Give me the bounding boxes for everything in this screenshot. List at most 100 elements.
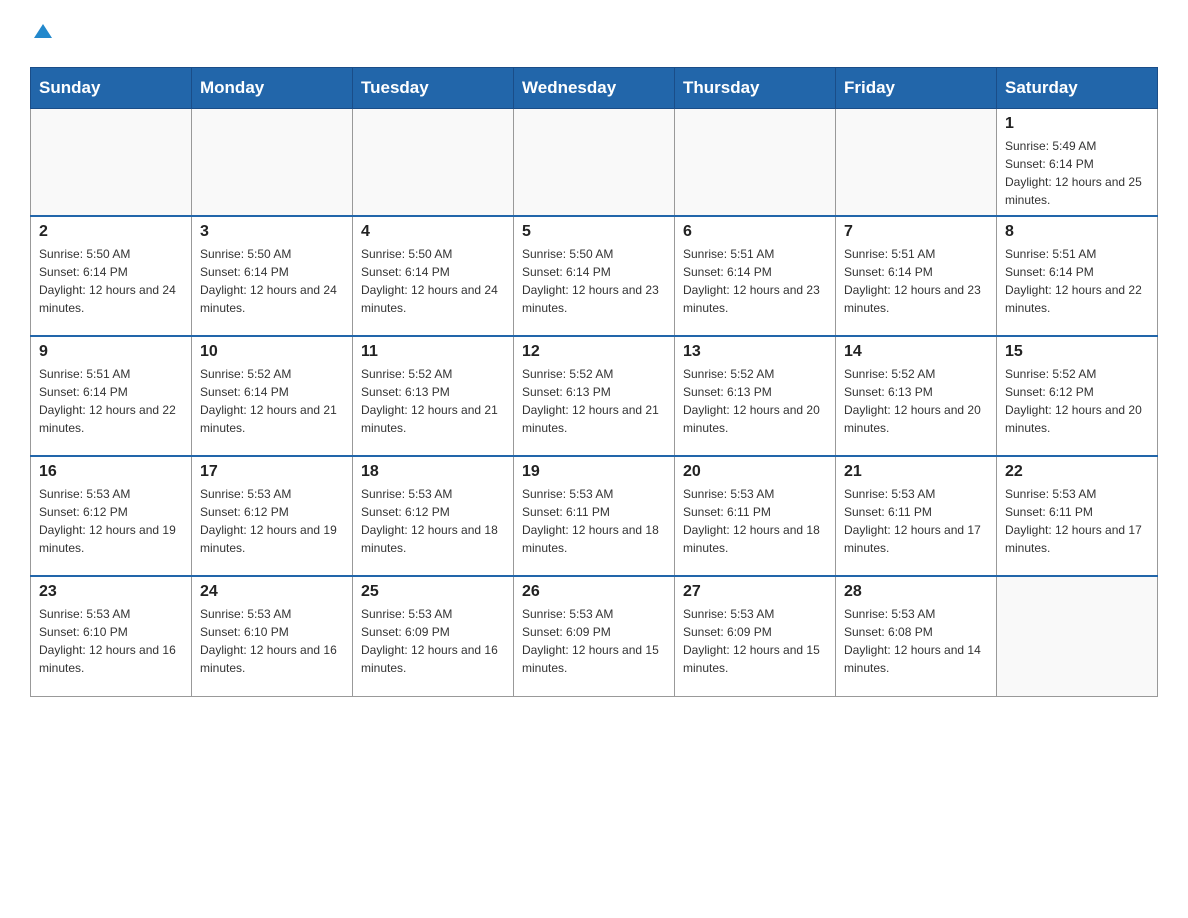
calendar-cell: 17Sunrise: 5:53 AM Sunset: 6:12 PM Dayli… <box>192 456 353 576</box>
calendar-cell: 4 Sunrise: 5:50 AM Sunset: 6:14 PM Daylig… <box>353 216 514 336</box>
day-number: 2 <box>39 223 183 241</box>
day-number: 14 <box>844 343 988 361</box>
calendar-cell: 25 Sunrise: 5:53 AM Sunset: 6:09 PM Dayli… <box>353 576 514 696</box>
day-info: Sunrise: 5:53 AM Sunset: 6:09 PM Dayligh… <box>522 605 666 677</box>
weekday-header-tuesday: Tuesday <box>353 68 514 109</box>
calendar-cell <box>31 109 192 217</box>
calendar-week-row: 16 Sunrise: 5:53 AM Sunset: 6:12 PM Dayli… <box>31 456 1158 576</box>
day-info: Sunrise: 5:51 AM Sunset: 6:14 PM Dayligh… <box>1005 245 1149 317</box>
day-info: Sunrise: 5:53 AM Sunset: 6:09 PM Dayligh… <box>361 605 505 677</box>
calendar-week-row: 23 Sunrise: 5:53 AM Sunset: 6:10 PM Dayli… <box>31 576 1158 696</box>
calendar-cell: 22 Sunrise: 5:53 AM Sunset: 6:11 PM Dayli… <box>997 456 1158 576</box>
day-number: 12 <box>522 343 666 361</box>
weekday-header-sunday: Sunday <box>31 68 192 109</box>
calendar-cell: 7Sunrise: 5:51 AM Sunset: 6:14 PM Daylig… <box>836 216 997 336</box>
day-number: 22 <box>1005 463 1149 481</box>
day-number: 1 <box>1005 115 1149 133</box>
day-number: 23 <box>39 583 183 601</box>
calendar-cell: 13 Sunrise: 5:52 AM Sunset: 6:13 PM Dayli… <box>675 336 836 456</box>
calendar-cell: 28 Sunrise: 5:53 AM Sunset: 6:08 PM Dayli… <box>836 576 997 696</box>
day-info: Sunrise: 5:53 AM Sunset: 6:12 PM Dayligh… <box>39 485 183 557</box>
day-info: Sunrise: 5:53 AM Sunset: 6:11 PM Dayligh… <box>522 485 666 557</box>
day-number: 27 <box>683 583 827 601</box>
day-number: 4 <box>361 223 505 241</box>
day-number: 5 <box>522 223 666 241</box>
day-number: 7 <box>844 223 988 241</box>
day-number: 19 <box>522 463 666 481</box>
calendar-cell: 3 Sunrise: 5:50 AM Sunset: 6:14 PM Daylig… <box>192 216 353 336</box>
calendar-cell <box>997 576 1158 696</box>
header <box>30 20 1158 47</box>
calendar-cell: 20 Sunrise: 5:53 AM Sunset: 6:11 PM Dayli… <box>675 456 836 576</box>
day-number: 11 <box>361 343 505 361</box>
calendar-cell <box>836 109 997 217</box>
calendar-cell: 1 Sunrise: 5:49 AM Sunset: 6:14 PM Daylig… <box>997 109 1158 217</box>
calendar-cell: 23 Sunrise: 5:53 AM Sunset: 6:10 PM Dayli… <box>31 576 192 696</box>
calendar-cell: 10Sunrise: 5:52 AM Sunset: 6:14 PM Dayli… <box>192 336 353 456</box>
day-info: Sunrise: 5:53 AM Sunset: 6:10 PM Dayligh… <box>200 605 344 677</box>
day-number: 6 <box>683 223 827 241</box>
day-info: Sunrise: 5:50 AM Sunset: 6:14 PM Dayligh… <box>39 245 183 317</box>
calendar-cell: 15Sunrise: 5:52 AM Sunset: 6:12 PM Dayli… <box>997 336 1158 456</box>
day-info: Sunrise: 5:49 AM Sunset: 6:14 PM Dayligh… <box>1005 137 1149 209</box>
calendar-table: SundayMondayTuesdayWednesdayThursdayFrid… <box>30 67 1158 697</box>
weekday-header-wednesday: Wednesday <box>514 68 675 109</box>
calendar-cell: 2 Sunrise: 5:50 AM Sunset: 6:14 PM Daylig… <box>31 216 192 336</box>
calendar-cell <box>675 109 836 217</box>
day-number: 18 <box>361 463 505 481</box>
calendar-cell: 24 Sunrise: 5:53 AM Sunset: 6:10 PM Dayli… <box>192 576 353 696</box>
day-number: 28 <box>844 583 988 601</box>
weekday-header-thursday: Thursday <box>675 68 836 109</box>
day-number: 3 <box>200 223 344 241</box>
calendar-cell: 26 Sunrise: 5:53 AM Sunset: 6:09 PM Dayli… <box>514 576 675 696</box>
day-info: Sunrise: 5:50 AM Sunset: 6:14 PM Dayligh… <box>200 245 344 317</box>
day-number: 17 <box>200 463 344 481</box>
weekday-header-row: SundayMondayTuesdayWednesdayThursdayFrid… <box>31 68 1158 109</box>
day-info: Sunrise: 5:52 AM Sunset: 6:13 PM Dayligh… <box>522 365 666 437</box>
day-info: Sunrise: 5:53 AM Sunset: 6:12 PM Dayligh… <box>361 485 505 557</box>
logo <box>30 20 54 47</box>
day-number: 20 <box>683 463 827 481</box>
calendar-cell: 12 Sunrise: 5:52 AM Sunset: 6:13 PM Dayli… <box>514 336 675 456</box>
calendar-cell: 5 Sunrise: 5:50 AM Sunset: 6:14 PM Daylig… <box>514 216 675 336</box>
calendar-cell <box>192 109 353 217</box>
day-info: Sunrise: 5:52 AM Sunset: 6:13 PM Dayligh… <box>844 365 988 437</box>
weekday-header-monday: Monday <box>192 68 353 109</box>
day-info: Sunrise: 5:52 AM Sunset: 6:14 PM Dayligh… <box>200 365 344 437</box>
day-info: Sunrise: 5:52 AM Sunset: 6:13 PM Dayligh… <box>683 365 827 437</box>
day-info: Sunrise: 5:51 AM Sunset: 6:14 PM Dayligh… <box>683 245 827 317</box>
logo-triangle-icon <box>32 20 54 42</box>
day-info: Sunrise: 5:53 AM Sunset: 6:11 PM Dayligh… <box>683 485 827 557</box>
calendar-cell: 16 Sunrise: 5:53 AM Sunset: 6:12 PM Dayli… <box>31 456 192 576</box>
day-info: Sunrise: 5:50 AM Sunset: 6:14 PM Dayligh… <box>361 245 505 317</box>
day-info: Sunrise: 5:51 AM Sunset: 6:14 PM Dayligh… <box>39 365 183 437</box>
day-info: Sunrise: 5:53 AM Sunset: 6:11 PM Dayligh… <box>1005 485 1149 557</box>
calendar-cell: 18 Sunrise: 5:53 AM Sunset: 6:12 PM Dayli… <box>353 456 514 576</box>
calendar-cell: 27 Sunrise: 5:53 AM Sunset: 6:09 PM Dayli… <box>675 576 836 696</box>
day-number: 15 <box>1005 343 1149 361</box>
calendar-cell: 8Sunrise: 5:51 AM Sunset: 6:14 PM Daylig… <box>997 216 1158 336</box>
day-number: 13 <box>683 343 827 361</box>
weekday-header-friday: Friday <box>836 68 997 109</box>
calendar-cell: 6 Sunrise: 5:51 AM Sunset: 6:14 PM Daylig… <box>675 216 836 336</box>
calendar-week-row: 2 Sunrise: 5:50 AM Sunset: 6:14 PM Daylig… <box>31 216 1158 336</box>
day-info: Sunrise: 5:53 AM Sunset: 6:10 PM Dayligh… <box>39 605 183 677</box>
calendar-cell <box>353 109 514 217</box>
calendar-cell: 19 Sunrise: 5:53 AM Sunset: 6:11 PM Dayli… <box>514 456 675 576</box>
day-number: 21 <box>844 463 988 481</box>
weekday-header-saturday: Saturday <box>997 68 1158 109</box>
day-number: 26 <box>522 583 666 601</box>
calendar-cell: 11 Sunrise: 5:52 AM Sunset: 6:13 PM Dayli… <box>353 336 514 456</box>
day-number: 24 <box>200 583 344 601</box>
day-info: Sunrise: 5:53 AM Sunset: 6:09 PM Dayligh… <box>683 605 827 677</box>
calendar-week-row: 9 Sunrise: 5:51 AM Sunset: 6:14 PM Daylig… <box>31 336 1158 456</box>
day-number: 9 <box>39 343 183 361</box>
calendar-cell: 21Sunrise: 5:53 AM Sunset: 6:11 PM Dayli… <box>836 456 997 576</box>
calendar-cell: 9 Sunrise: 5:51 AM Sunset: 6:14 PM Daylig… <box>31 336 192 456</box>
day-number: 25 <box>361 583 505 601</box>
day-info: Sunrise: 5:52 AM Sunset: 6:13 PM Dayligh… <box>361 365 505 437</box>
calendar-cell: 14 Sunrise: 5:52 AM Sunset: 6:13 PM Dayli… <box>836 336 997 456</box>
day-info: Sunrise: 5:50 AM Sunset: 6:14 PM Dayligh… <box>522 245 666 317</box>
day-number: 16 <box>39 463 183 481</box>
day-info: Sunrise: 5:53 AM Sunset: 6:08 PM Dayligh… <box>844 605 988 677</box>
